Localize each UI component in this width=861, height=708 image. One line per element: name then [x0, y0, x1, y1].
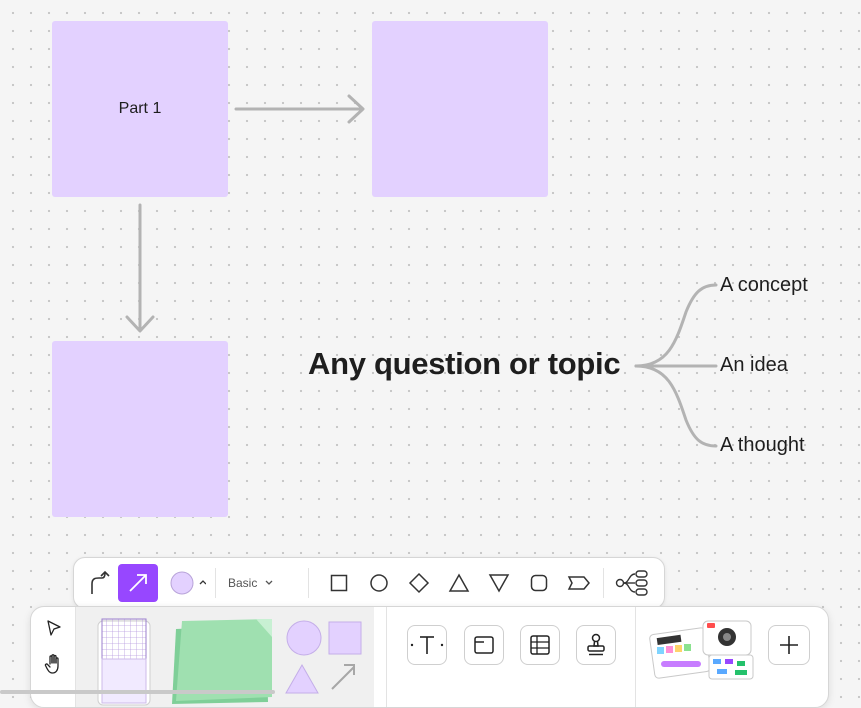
circle-icon: [370, 574, 388, 592]
circle-shape-button[interactable]: [362, 564, 396, 602]
hand-icon: [44, 654, 59, 674]
connector-style-label: Basic: [228, 576, 258, 590]
rounded-square-shape-button[interactable]: [522, 564, 556, 602]
plus-icon: [780, 636, 798, 654]
square-icon: [330, 574, 348, 592]
divider: [215, 568, 216, 598]
shape-options-toolbar: Basic: [73, 557, 665, 609]
diamond-shape-button[interactable]: [402, 564, 436, 602]
stamp-tool-button[interactable]: [576, 625, 616, 665]
shapes-icon: [285, 620, 362, 694]
divider: [308, 568, 309, 598]
chevron-down-icon: [265, 580, 273, 585]
elbow-connector-icon: [91, 570, 110, 594]
shapes-tool[interactable]: [274, 607, 374, 707]
divider: [386, 607, 387, 707]
widgets-tool[interactable]: [649, 617, 759, 681]
mindmap-central-topic[interactable]: Any question or topic: [308, 346, 621, 382]
text-icon: [410, 636, 444, 654]
horizontal-scrollbar[interactable]: [0, 690, 275, 694]
section-icon: [474, 636, 494, 654]
chevron-tag-shape-button[interactable]: [562, 564, 596, 602]
divider: [603, 568, 604, 598]
widgets-collage-icon: [649, 620, 754, 680]
mindmap-branch-idea[interactable]: An idea: [720, 354, 788, 377]
connector-style-dropdown[interactable]: Basic: [224, 564, 294, 602]
more-tools-button[interactable]: [768, 625, 810, 665]
connector-arrow-right[interactable]: [234, 94, 365, 124]
move-tool-button[interactable]: [39, 613, 69, 643]
straight-arrow-icon: [129, 574, 147, 592]
diamond-icon: [408, 572, 430, 594]
elbow-connector-button[interactable]: [80, 564, 118, 602]
mindmap-branch-concept[interactable]: A concept: [720, 274, 808, 297]
divider: [635, 607, 636, 707]
straight-connector-button[interactable]: [118, 564, 158, 602]
connector-arrow-down[interactable]: [125, 203, 155, 333]
mindmap-icon: [615, 570, 648, 596]
triangle-down-shape-button[interactable]: [482, 564, 516, 602]
square-shape-button[interactable]: [322, 564, 356, 602]
chevron-tag-icon: [567, 576, 590, 590]
color-swatch-icon: [170, 571, 206, 595]
section-tool-button[interactable]: [464, 625, 504, 665]
stamp-icon: [587, 633, 605, 656]
table-tool-button[interactable]: [520, 625, 560, 665]
pointer-icon: [47, 620, 61, 636]
mindmap-branch-lines: [634, 283, 718, 448]
triangle-shape-button[interactable]: [442, 564, 476, 602]
mindmap-branch-thought[interactable]: A thought: [720, 434, 805, 457]
text-tool-button[interactable]: [407, 625, 447, 665]
triangle-icon: [448, 573, 470, 592]
triangle-down-icon: [488, 574, 510, 593]
hand-tool-button[interactable]: [39, 649, 69, 679]
fill-color-picker[interactable]: [164, 564, 208, 602]
mindmap-button[interactable]: [612, 564, 652, 602]
rounded-square-icon: [530, 574, 548, 592]
table-icon: [530, 635, 550, 655]
